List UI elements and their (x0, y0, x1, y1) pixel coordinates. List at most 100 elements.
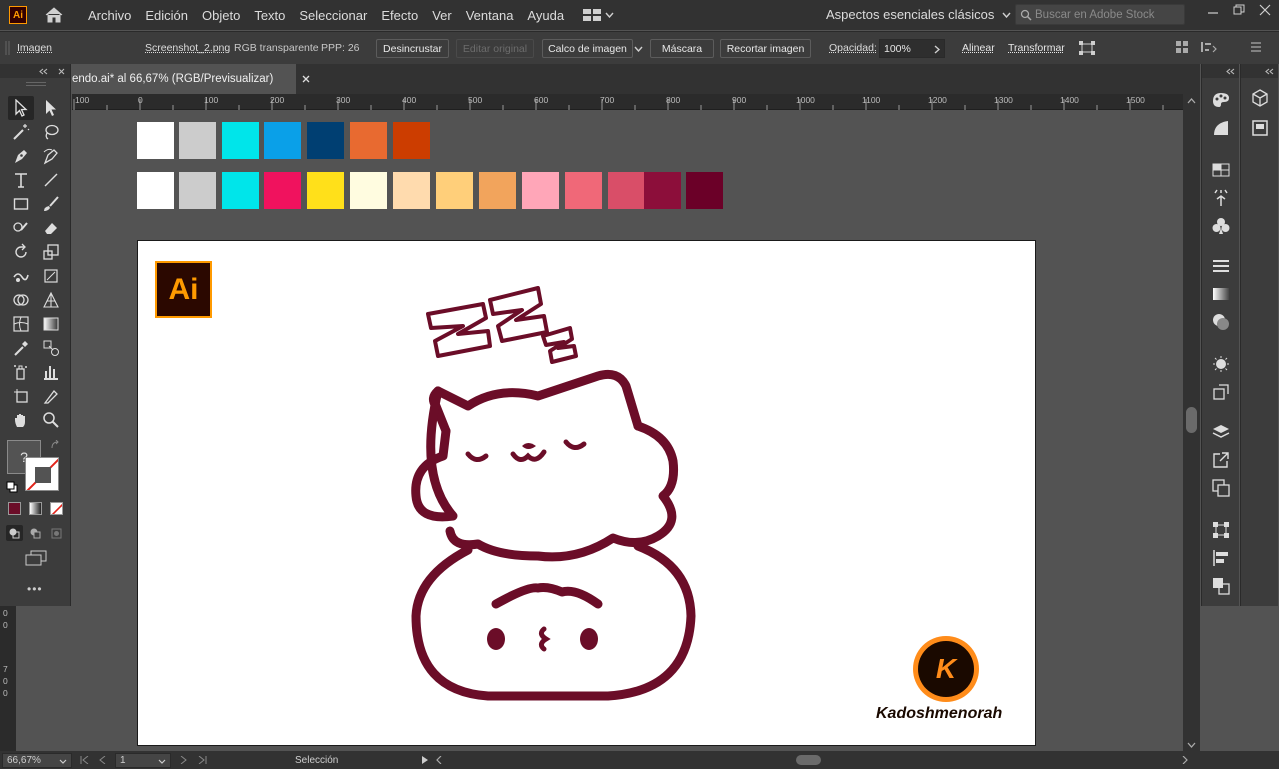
isolation-icon[interactable] (1176, 41, 1188, 53)
selection-tool-icon[interactable] (8, 96, 34, 120)
swatch[interactable] (565, 172, 602, 209)
lasso-tool-icon[interactable] (38, 120, 64, 144)
zoom-select[interactable]: 66,67% (2, 753, 72, 768)
scroll-right-icon[interactable] (1182, 756, 1188, 764)
trace-preset-chevron-icon[interactable] (634, 46, 643, 52)
free-transform-tool-icon[interactable] (38, 264, 64, 288)
symbols-panel-icon[interactable] (1211, 216, 1231, 236)
color-button[interactable] (8, 502, 21, 515)
slice-tool-icon[interactable] (38, 384, 64, 408)
menu-ventana[interactable]: Ventana (459, 8, 521, 23)
crop-image-button[interactable]: Recortar imagen (720, 39, 811, 58)
shaper-tool-icon[interactable] (8, 216, 34, 240)
blend-tool-icon[interactable] (38, 336, 64, 360)
swap-fill-stroke-icon[interactable] (50, 440, 60, 450)
pen-tool-icon[interactable] (8, 144, 34, 168)
canvas-left-strip[interactable] (16, 606, 72, 751)
horizontal-scroll-thumb[interactable] (796, 755, 821, 765)
artboard-number-select[interactable]: 1 (115, 753, 171, 768)
swatch[interactable] (393, 172, 430, 209)
swatch[interactable] (479, 172, 516, 209)
appearance-panel-icon[interactable] (1211, 354, 1231, 374)
none-button[interactable] (50, 502, 63, 515)
brushes-panel-icon[interactable] (1211, 188, 1231, 208)
minimize-icon[interactable] (1207, 4, 1219, 16)
type-tool-icon[interactable] (8, 168, 34, 192)
grip-icon[interactable] (5, 41, 10, 55)
close-icon[interactable] (1259, 4, 1271, 16)
menu-ayuda[interactable]: Ayuda (520, 8, 571, 23)
scale-tool-icon[interactable] (38, 240, 64, 264)
swatch[interactable] (608, 172, 645, 209)
sleeping-cat-illustration[interactable] (398, 286, 698, 711)
stock-search-input[interactable]: Buscar en Adobe Stock (1015, 4, 1185, 25)
swatch[interactable] (222, 172, 259, 209)
draw-normal-icon[interactable] (6, 525, 23, 541)
opacity-label[interactable]: Opacidad: (829, 42, 877, 54)
layers-panel-icon[interactable] (1211, 422, 1231, 442)
swatch[interactable] (522, 172, 559, 209)
scroll-down-icon[interactable] (1187, 742, 1196, 748)
magic-wand-tool-icon[interactable] (8, 120, 34, 144)
collapse-icon[interactable] (1226, 68, 1235, 75)
file-name-link[interactable]: Screenshot_2.png (145, 42, 230, 54)
arrange-documents-button[interactable] (583, 9, 614, 21)
draw-inside-icon[interactable] (48, 525, 65, 541)
vertical-scrollbar[interactable] (1183, 94, 1200, 751)
asset-export-panel-icon[interactable] (1211, 450, 1231, 470)
next-artboard-icon[interactable] (180, 756, 188, 764)
object-type-label[interactable]: Imagen (17, 42, 52, 54)
scroll-left-icon[interactable] (436, 756, 442, 764)
column-graph-tool-icon[interactable] (38, 360, 64, 384)
perspective-grid-tool-icon[interactable] (38, 288, 64, 312)
vertical-ruler[interactable]: 0 0 7 0 0 (0, 606, 16, 751)
swatch[interactable] (350, 172, 387, 209)
rectangle-tool-icon[interactable] (8, 192, 34, 216)
curvature-tool-icon[interactable] (38, 144, 64, 168)
artboard-tool-icon[interactable] (8, 384, 34, 408)
color-panel-icon[interactable] (1211, 90, 1231, 110)
line-segment-tool-icon[interactable] (38, 168, 64, 192)
artboards-panel-icon[interactable] (1211, 478, 1231, 498)
swatch[interactable] (436, 172, 473, 209)
menu-ver[interactable]: Ver (425, 8, 459, 23)
align-link[interactable]: Alinear (962, 42, 995, 54)
previous-artboard-icon[interactable] (98, 756, 106, 764)
swatch[interactable] (350, 122, 387, 159)
swatch[interactable] (644, 172, 681, 209)
canvas[interactable]: Ai K Kadoshmenorah (72, 110, 1183, 751)
swatch[interactable] (686, 172, 723, 209)
align-panel-icon[interactable] (1211, 548, 1231, 568)
document-tab[interactable]: endo.ai* al 66,67% (RGB/Previsualizar) (72, 64, 310, 94)
more-tools-icon[interactable]: ••• (27, 582, 43, 596)
swatch[interactable] (307, 172, 344, 209)
shape-builder-tool-icon[interactable] (8, 288, 34, 312)
collapse-icon[interactable] (39, 68, 48, 75)
embed-button[interactable]: Desincrustar (376, 39, 449, 58)
menu-archivo[interactable]: Archivo (81, 8, 138, 23)
first-artboard-icon[interactable] (80, 756, 90, 764)
panel-menu-icon[interactable] (1250, 41, 1262, 53)
swatch[interactable] (264, 122, 301, 159)
direct-selection-tool-icon[interactable] (38, 96, 64, 120)
warp-tool-icon[interactable] (8, 264, 34, 288)
paintbrush-tool-icon[interactable] (38, 192, 64, 216)
screen-mode-icon[interactable] (25, 550, 47, 566)
symbol-sprayer-tool-icon[interactable] (8, 360, 34, 384)
eraser-tool-icon[interactable] (38, 216, 64, 240)
properties-panel-icon[interactable] (1250, 118, 1270, 138)
eyedropper-tool-icon[interactable] (8, 336, 34, 360)
transform-panel-icon[interactable] (1211, 520, 1231, 540)
swatches-panel-icon[interactable] (1211, 160, 1231, 180)
ai-badge[interactable]: Ai (155, 261, 212, 318)
transparency-panel-icon[interactable] (1211, 312, 1231, 332)
last-artboard-icon[interactable] (197, 756, 207, 764)
workspace-switcher[interactable]: Aspectos esenciales clásicos (826, 7, 1011, 22)
menu-edicion[interactable]: Edición (138, 8, 195, 23)
stroke-panel-icon[interactable] (1211, 256, 1231, 276)
grip-icon[interactable] (26, 82, 46, 86)
gradient-panel-icon[interactable] (1211, 284, 1231, 304)
hand-tool-icon[interactable] (8, 408, 34, 432)
stroke-swatch[interactable] (25, 457, 59, 491)
color-guide-panel-icon[interactable] (1211, 118, 1231, 138)
